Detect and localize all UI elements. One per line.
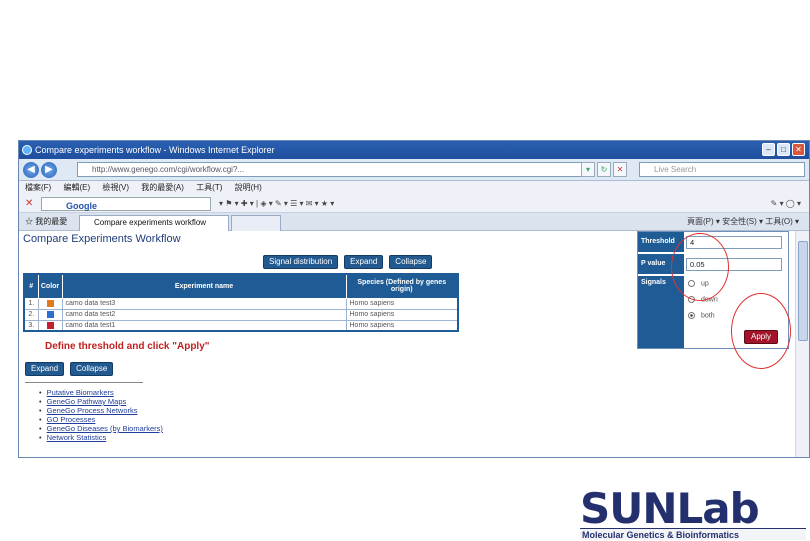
close-icon[interactable]: ✕ (792, 143, 805, 156)
menu-help[interactable]: 說明(H) (235, 183, 262, 192)
vertical-scrollbar[interactable] (795, 231, 809, 457)
row-number: 1. (23, 297, 39, 310)
expand-all-button[interactable]: Expand (25, 362, 65, 376)
table-header-row: # Color Experiment name Species (Defined… (23, 273, 459, 299)
divider (25, 382, 143, 383)
row-experiment-name: camo data test2 (61, 308, 347, 321)
address-buttons: ▾ ↻ ✕ (581, 162, 627, 177)
page-title: Compare Experiments Workflow (23, 233, 181, 245)
row-number: 2. (23, 308, 39, 321)
header-experiment-name: Experiment name (61, 273, 347, 299)
settings-icon[interactable]: ✎ ▾ ◯ ▾ (771, 195, 801, 213)
toolbar-icons[interactable]: ▾ ⚑ ▾ ✚ ▾ | ◈ ▾ ✎ ▾ ☰ ▾ ✉ ▾ ★ ▾ (219, 195, 334, 213)
link-diseases[interactable]: GeneGo Diseases (by Biomarkers) (39, 424, 163, 433)
menu-favorites[interactable]: 我的最愛(A) (141, 183, 184, 192)
menu-bar: 檔案(F) 編輯(E) 檢視(V) 我的最愛(A) 工具(T) 說明(H) (19, 181, 809, 195)
row-color (37, 308, 63, 321)
row-number: 3. (23, 319, 39, 332)
analysis-links: Putative Biomarkers GeneGo Pathway Maps … (39, 388, 163, 442)
header-number: # (23, 273, 39, 299)
logo-tagline: Molecular Genetics & Bioinformatics (580, 528, 806, 540)
table-toolbar: Signal distribution Expand Collapse (263, 255, 433, 269)
annotation-circle (731, 293, 791, 369)
google-label: Google (66, 201, 97, 211)
link-putative-biomarkers[interactable]: Putative Biomarkers (39, 388, 163, 397)
minimize-icon[interactable]: – (762, 143, 775, 156)
live-search-input[interactable]: Live Search (639, 162, 805, 177)
radio-icon-selected (688, 312, 695, 319)
expand-button[interactable]: Expand (344, 255, 384, 269)
forward-icon[interactable]: ▶ (41, 162, 57, 178)
row-species: Homo sapiens (345, 319, 459, 332)
browser-screenshot: Compare experiments workflow - Windows I… (18, 140, 810, 458)
table-row[interactable]: 3. camo data test1 Homo sapiens (23, 319, 459, 332)
dropdown-icon[interactable]: ▾ (581, 162, 595, 177)
sunlab-logo: SUNLab Molecular Genetics & Bioinformati… (580, 486, 806, 540)
link-go-processes[interactable]: GO Processes (39, 415, 163, 424)
google-toolbar: ✕ Google ▾ ⚑ ▾ ✚ ▾ | ◈ ▾ ✎ ▾ ☰ ▾ ✉ ▾ ★ ▾… (19, 195, 809, 213)
command-bar[interactable]: 頁面(P) ▾ 安全性(S) ▾ 工具(O) ▾ (687, 213, 799, 231)
link-process-networks[interactable]: GeneGo Process Networks (39, 406, 163, 415)
row-experiment-name: camo data test3 (61, 297, 347, 310)
color-swatch (46, 321, 54, 329)
logo-lab: Lab (676, 484, 760, 533)
signal-radio-both[interactable]: both (688, 312, 715, 319)
experiments-table: # Color Experiment name Species (Defined… (23, 273, 459, 332)
tab-active[interactable]: Compare experiments workflow (79, 215, 229, 231)
row-species: Homo sapiens (345, 297, 459, 310)
logo-sun: SUN (580, 484, 678, 533)
menu-view[interactable]: 檢視(V) (102, 183, 129, 192)
tab-new[interactable] (231, 215, 281, 231)
menu-edit[interactable]: 編輯(E) (63, 183, 90, 192)
back-icon[interactable]: ◀ (23, 162, 39, 178)
ie-icon (22, 145, 32, 155)
row-color (37, 297, 63, 310)
instruction-text: Define threshold and click "Apply" (45, 341, 210, 352)
row-species: Homo sapiens (345, 308, 459, 321)
menu-file[interactable]: 檔案(F) (25, 183, 51, 192)
menu-tools[interactable]: 工具(T) (196, 183, 222, 192)
window-controls: – □ ✕ (762, 143, 805, 156)
signal-distribution-button[interactable]: Signal distribution (263, 255, 339, 269)
favorites-label: 我的最愛 (35, 217, 68, 226)
row-color (37, 319, 63, 332)
color-swatch (46, 310, 54, 318)
window-title: Compare experiments workflow - Windows I… (35, 145, 275, 155)
link-pathway-maps[interactable]: GeneGo Pathway Maps (39, 397, 163, 406)
scrollbar-thumb[interactable] (798, 241, 808, 341)
google-search-box[interactable]: Google (41, 197, 211, 211)
page-content: Compare Experiments Workflow Signal dist… (19, 231, 791, 457)
close-toolbar-icon[interactable]: ✕ (25, 195, 33, 213)
row-experiment-name: camo data test1 (61, 319, 347, 332)
refresh-icon[interactable]: ↻ (597, 162, 611, 177)
address-input[interactable]: http://www.genego.com/cgi/workflow.cgi?.… (77, 162, 587, 177)
radio-label: both (701, 312, 715, 320)
favorites-button[interactable]: ☆ 我的最愛 (25, 213, 67, 231)
header-species: Species (Defined by genes origin) (345, 273, 459, 299)
table-row[interactable]: 2. camo data test2 Homo sapiens (23, 308, 459, 321)
collapse-button[interactable]: Collapse (389, 255, 433, 269)
header-color: Color (37, 273, 63, 299)
window-titlebar: Compare experiments workflow - Windows I… (19, 141, 809, 159)
address-bar-row: ◀ ▶ http://www.genego.com/cgi/workflow.c… (19, 159, 809, 181)
color-swatch (46, 299, 54, 307)
annotation-circle (671, 233, 729, 301)
logo-wordmark: SUNLab (580, 484, 760, 533)
stop-icon[interactable]: ✕ (613, 162, 627, 177)
link-network-statistics[interactable]: Network Statistics (39, 433, 163, 442)
tab-bar: ☆ 我的最愛 Compare experiments workflow 頁面(P… (19, 213, 809, 231)
table-row[interactable]: 1. camo data test3 Homo sapiens (23, 297, 459, 310)
maximize-icon[interactable]: □ (777, 143, 790, 156)
collapse-all-button[interactable]: Collapse (70, 362, 114, 376)
lower-toolbar: Expand Collapse (25, 362, 114, 376)
